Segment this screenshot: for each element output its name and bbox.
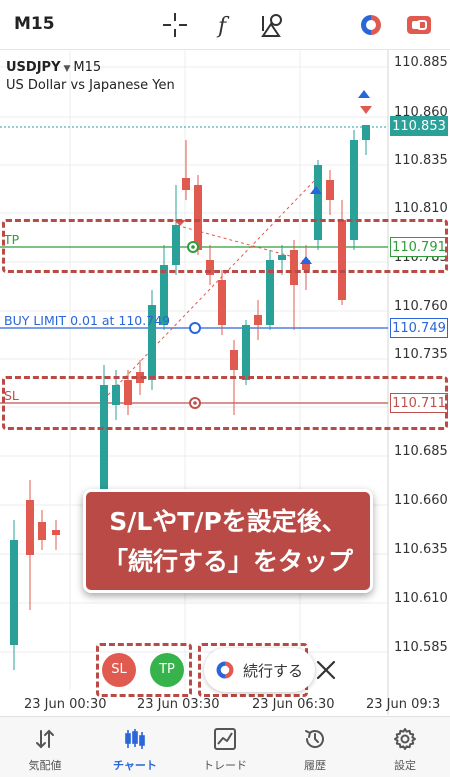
buy-limit-price-tag[interactable]: 110.749 — [390, 318, 448, 338]
callout-line-2: 「続行する」をタップ — [102, 547, 353, 576]
symbol-name: USDJPY — [6, 60, 61, 75]
bottom-navigation: 気配値 チャート トレード 履歴 設定 — [0, 716, 450, 777]
candle-body — [182, 178, 190, 190]
price-tick: 110.635 — [394, 542, 448, 557]
price-tick: 110.685 — [394, 444, 448, 459]
sell-arrow-icon — [360, 106, 372, 114]
continue-label: 続行する — [243, 661, 304, 680]
price-tick: 110.760 — [394, 299, 448, 314]
continue-button[interactable]: 続行する — [204, 648, 316, 692]
candle-body — [242, 325, 250, 380]
trade-icon[interactable] — [357, 11, 385, 39]
symbol-title: USDJPY ▼ M15 — [6, 60, 101, 75]
candle-body — [362, 125, 370, 140]
trade-chart-icon — [214, 728, 236, 750]
candle-body — [38, 522, 46, 540]
switch-account-icon[interactable] — [405, 11, 433, 39]
callout-line-1: S/LやT/Pを設定後、 — [109, 507, 347, 536]
nav-label: トレード — [203, 759, 247, 772]
svg-text:f: f — [216, 14, 230, 38]
nav-label: 設定 — [394, 759, 416, 772]
dropdown-triangle-icon[interactable]: ▼ — [64, 64, 71, 74]
buy-limit-label: BUY LIMIT 0.01 at 110.749 — [4, 313, 171, 328]
candle-body — [26, 500, 34, 555]
price-tick: 110.660 — [394, 493, 448, 508]
time-tick: 23 Jun 06:30 — [252, 697, 335, 712]
price-tick: 110.610 — [394, 591, 448, 606]
timeframe-selector[interactable]: M15 — [14, 14, 55, 34]
nav-label: チャート — [113, 759, 157, 772]
candle-body — [326, 180, 334, 200]
candle-body — [218, 280, 226, 325]
sl-highlight-box — [2, 376, 448, 430]
nav-item-chart[interactable]: チャート — [90, 717, 180, 777]
buy-limit-marker — [189, 322, 201, 334]
nav-label: 気配値 — [28, 759, 62, 772]
quotes-icon — [36, 729, 54, 749]
nav-item-settings[interactable]: 設定 — [360, 717, 450, 777]
time-tick: 23 Jun 03:30 — [137, 697, 220, 712]
objects-icon[interactable] — [260, 11, 288, 39]
candle-body — [230, 350, 238, 370]
symbol-description: US Dollar vs Japanese Yen — [6, 78, 175, 93]
crosshair-icon[interactable] — [161, 11, 189, 39]
trend-line — [107, 179, 316, 396]
trade-icon — [216, 661, 234, 679]
time-tick: 23 Jun 09:3 — [366, 697, 441, 712]
candle-body — [254, 315, 262, 325]
candle-body — [10, 540, 18, 645]
nav-item-trade[interactable]: トレード — [180, 717, 270, 777]
function-icon[interactable]: f — [211, 11, 239, 39]
nav-item-history[interactable]: 履歴 — [270, 717, 360, 777]
tp-highlight-box — [2, 219, 448, 273]
history-icon — [305, 730, 324, 748]
symbol-timeframe: M15 — [73, 60, 102, 75]
settings-icon — [394, 728, 416, 750]
top-toolbar: M15 f — [0, 0, 450, 50]
close-icon[interactable] — [310, 654, 342, 686]
tp-button[interactable]: TP — [150, 653, 184, 687]
instruction-callout: S/LやT/Pを設定後、 「続行する」をタップ — [83, 489, 373, 593]
candle-body — [52, 530, 60, 535]
price-tick: 110.585 — [394, 640, 448, 655]
time-tick: 23 Jun 00:30 — [24, 697, 107, 712]
nav-label: 履歴 — [304, 759, 326, 772]
price-tick: 110.885 — [394, 55, 448, 70]
sl-button[interactable]: SL — [102, 653, 136, 687]
price-tick: 110.735 — [394, 347, 448, 362]
chart-icon — [125, 729, 145, 749]
nav-item-quotes[interactable]: 気配値 — [0, 717, 90, 777]
buy-arrow-icon — [358, 90, 370, 98]
price-tick: 110.835 — [394, 153, 448, 168]
price-tick: 110.810 — [394, 201, 448, 216]
current-price-tag: 110.853 — [390, 116, 448, 136]
